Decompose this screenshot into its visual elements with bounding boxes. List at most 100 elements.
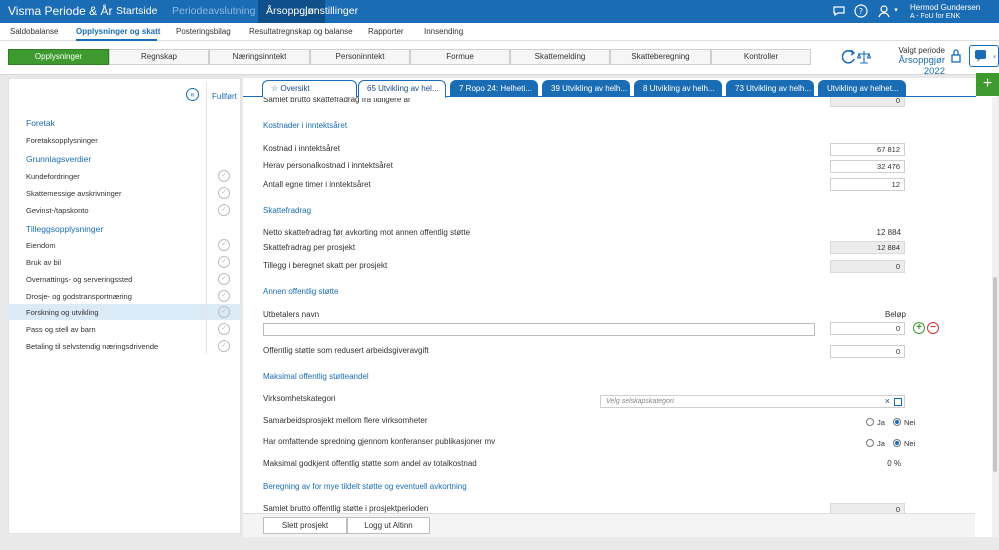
tab-8[interactable]: 8 Utvikling av helh...: [634, 80, 722, 97]
sidebar-item-forskning-og-utvikling[interactable]: Forskning og utvikling: [26, 308, 99, 317]
business-category-select[interactable]: Velg selskapskategori ×: [600, 395, 905, 408]
sidebar-item-eiendom[interactable]: Eiendom: [26, 241, 56, 250]
section-kontroller[interactable]: Kontroller: [711, 49, 811, 65]
app-brand[interactable]: Visma Periode & År: [8, 4, 113, 18]
sidebar-group-tilleggsopplysninger: Tilleggsopplysninger: [26, 224, 104, 234]
nav-innstillinger[interactable]: Innstillinger: [297, 0, 366, 23]
user-org: A - FoU for ENK: [910, 13, 961, 20]
hours-label: Antall egne timer i inntektsåret: [263, 180, 371, 189]
status-column-header: Fullført: [212, 92, 237, 101]
collab-yes-radio[interactable]: [866, 418, 874, 426]
tab-8-label: 8 Utvikling av helh...: [643, 84, 715, 93]
check-circle-icon: ✓: [218, 187, 230, 199]
section-naeringsinntekt[interactable]: Næringsinntekt: [209, 49, 310, 65]
selected-period[interactable]: Valgt periode Årsoppgjør 2022: [880, 46, 945, 77]
spread-label: Har omfattende spredning gjennom konfera…: [263, 437, 496, 446]
collab-no-radio[interactable]: [893, 418, 901, 426]
cost-input[interactable]: 67 812: [830, 143, 905, 156]
tab-65[interactable]: 65 Utvikling av hel...: [358, 80, 446, 98]
reduced-employer-tax-input[interactable]: 0: [830, 345, 905, 358]
check-circle-icon: ✓: [218, 256, 230, 268]
tab-oversikt[interactable]: ☆ Oversikt: [262, 80, 357, 97]
hours-input[interactable]: 12: [830, 178, 905, 191]
sidebar-item-drosje[interactable]: Drosje- og godstransportnæring: [26, 292, 132, 301]
remove-row-icon[interactable]: −: [927, 322, 939, 334]
tab-73[interactable]: 73 Utvikling av helh...: [726, 80, 814, 97]
section-regnskap[interactable]: Regnskap: [109, 49, 209, 65]
check-circle-icon: ✓: [218, 340, 230, 352]
sidebar-item-foretaksopplysninger[interactable]: Foretaksopplysninger: [26, 136, 98, 145]
spread-no-label: Nei: [904, 439, 916, 448]
tab-utvikling-label: Utvikling av helhet...: [827, 84, 899, 93]
chat-icon[interactable]: [832, 4, 846, 18]
subnav-posteringsbilag[interactable]: Posteringsbilag: [176, 27, 231, 36]
section-skattemelding[interactable]: Skattemelding: [510, 49, 610, 65]
subnav-resultatregnskap[interactable]: Resultatregnskap og balanse: [249, 27, 353, 36]
logout-altinn-button[interactable]: Logg ut Altinn: [347, 517, 430, 534]
sub-navbar: Saldobalanse Opplysninger og skatt Poste…: [0, 23, 999, 41]
subnav-opplysninger-og-skatt[interactable]: Opplysninger og skatt: [76, 27, 160, 36]
top-navbar: Visma Periode & År Startside Periodeavsl…: [0, 0, 999, 23]
net-deduction-label: Netto skattefradrag før avkorting mot an…: [263, 228, 471, 237]
spread-no-radio[interactable]: [893, 439, 901, 447]
sidebar-item-skattemessige-avskrivninger[interactable]: Skattemessige avskrivninger: [26, 189, 121, 198]
star-icon: ☆: [271, 84, 279, 93]
personnel-cost-input[interactable]: 32 476: [830, 160, 905, 173]
payer-amount-input[interactable]: 0: [830, 322, 905, 335]
delete-project-button[interactable]: Slett prosjekt: [263, 517, 347, 534]
support-chat-button[interactable]: ‹: [969, 45, 999, 67]
section-skatteberegning[interactable]: Skatteberegning: [610, 49, 711, 65]
collab-no-label: Nei: [904, 418, 916, 427]
add-tab-button[interactable]: +: [976, 73, 999, 96]
section-formue[interactable]: Formue: [410, 49, 510, 65]
business-category-placeholder: Velg selskapskategori: [606, 398, 674, 405]
net-deduction-value: 12 884: [876, 228, 901, 237]
support-chat-icon: ‹: [975, 50, 996, 62]
payer-name-label: Utbetalers navn: [263, 310, 320, 319]
subnav-innsending[interactable]: Innsending: [424, 27, 463, 36]
help-icon[interactable]: ?: [854, 4, 868, 18]
lock-icon[interactable]: [950, 48, 962, 66]
plus-icon: +: [982, 75, 993, 92]
section-personinntekt[interactable]: Personinntekt: [310, 49, 410, 65]
per-project-field: 12 884: [830, 241, 905, 254]
sidebar-item-kundefordringer[interactable]: Kundefordringer: [26, 172, 80, 181]
check-circle-icon: ✓: [218, 239, 230, 251]
sidebar-item-pass-og-stell[interactable]: Pass og stell av barn: [26, 325, 96, 334]
clear-icon[interactable]: ×: [885, 396, 890, 407]
nav-startside[interactable]: Startside: [108, 0, 165, 23]
reduced-employer-tax-label: Offentlig støtte som redusert arbeidsgiv…: [263, 346, 429, 355]
scrollbar-thumb[interactable]: [993, 277, 997, 472]
user-menu-chevron-icon[interactable]: ▾: [889, 4, 903, 18]
gross-support-label: Samlet brutto offentlig støtte i prosjek…: [263, 504, 429, 513]
check-circle-icon: ✓: [218, 170, 230, 182]
sidebar-item-overnatting[interactable]: Overnattings- og serveringssted: [26, 275, 132, 284]
sidebar-item-gevinst-tapskonto[interactable]: Gevinst-/tapskonto: [26, 206, 89, 215]
section-bar: Opplysninger Regnskap Næringsinntekt Per…: [0, 41, 999, 77]
subnav-rapporter[interactable]: Rapporter: [368, 27, 404, 36]
payer-name-input[interactable]: [263, 323, 815, 336]
tab-39[interactable]: 39 Utvikling av helh...: [542, 80, 630, 97]
check-circle-icon: ✓: [218, 273, 230, 285]
sidebar-divider: [206, 82, 207, 354]
max-approved-label: Maksimal godkjent offentlig støtte som a…: [263, 459, 477, 468]
collaboration-label: Samarbeidsprosjekt mellom flere virksomh…: [263, 416, 428, 425]
sidebar-item-betaling-selvstendig[interactable]: Betaling til selvstendig næringsdrivende: [26, 342, 158, 351]
tab-65-label: 65 Utvikling av hel...: [367, 84, 439, 93]
refresh-icon[interactable]: [841, 49, 856, 67]
list-icon[interactable]: [894, 398, 902, 406]
personnel-cost-label: Herav personalkostnad i inntektsåret: [263, 161, 393, 170]
balance-scale-icon[interactable]: [856, 49, 872, 67]
section-opplysninger[interactable]: Opplysninger: [8, 49, 109, 65]
tab-utvikling[interactable]: Utvikling av helhet...: [818, 80, 906, 97]
tab-7-ropo[interactable]: 7 Ropo 24: Helheti...: [450, 80, 538, 97]
user-info[interactable]: Hermod Gundersen A - FoU for ENK: [910, 3, 980, 21]
subnav-saldobalanse[interactable]: Saldobalanse: [10, 27, 58, 36]
collapse-sidebar-icon[interactable]: «: [186, 88, 199, 101]
period-label: Valgt periode: [898, 46, 945, 55]
nav-periodeavslutning[interactable]: Periodeavslutning: [164, 0, 263, 23]
section-skattefradrag: Skattefradrag: [263, 206, 312, 215]
add-row-icon[interactable]: +: [913, 322, 925, 334]
spread-yes-radio[interactable]: [866, 439, 874, 447]
sidebar-item-bruk-av-bil[interactable]: Bruk av bil: [26, 258, 61, 267]
